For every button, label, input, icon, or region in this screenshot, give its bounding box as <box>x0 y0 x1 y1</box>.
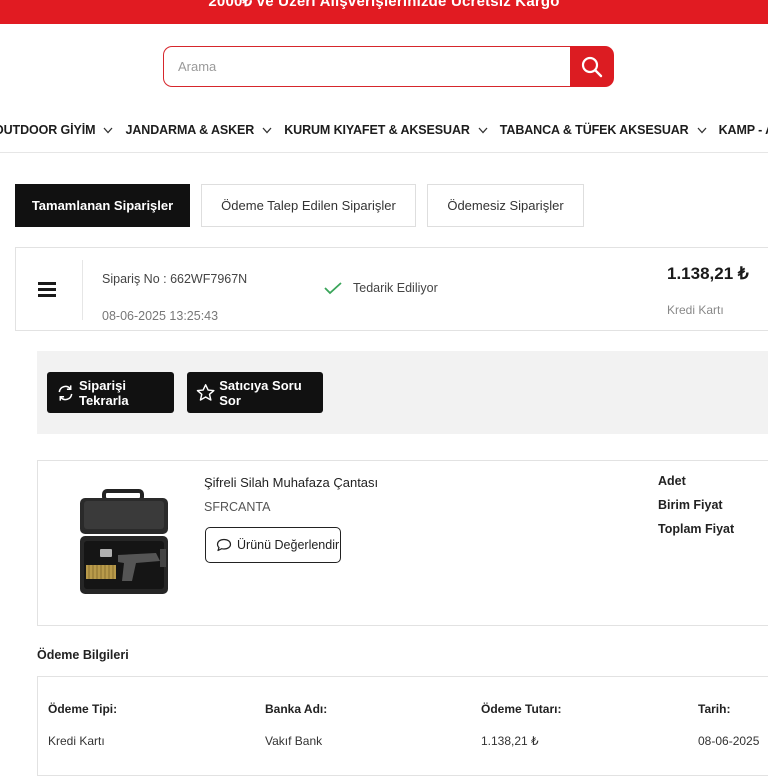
search-input[interactable] <box>163 46 571 87</box>
unit-price-label: Birim Fiyat <box>658 498 723 512</box>
order-status: Tedarik Ediliyor <box>323 281 438 295</box>
bank-name-header: Banka Adı: <box>265 702 328 716</box>
check-icon <box>324 282 342 295</box>
reorder-button[interactable]: Siparişi Tekrarla <box>47 372 174 413</box>
rate-product-button[interactable]: Ürünü Değerlendir <box>205 527 341 563</box>
promo-banner: 2000₺ ve Üzeri Alışverişlerinizde Ücrets… <box>0 0 768 24</box>
divider <box>82 260 83 320</box>
nav-item-label: KAMP - AV & AKSESUAR <box>718 123 768 137</box>
product-card: Şifreli Silah Muhafaza Çantası SFRCANTA … <box>37 460 768 626</box>
payment-type-header: Ödeme Tipi: <box>48 702 118 716</box>
payment-type-value: Kredi Kartı <box>48 734 105 748</box>
order-tabs: Tamamlanan Siparişler Ödeme Talep Edilen… <box>15 184 595 227</box>
hamburger-menu-icon[interactable] <box>38 282 56 297</box>
gun-case-image <box>80 489 168 594</box>
chevron-down-icon <box>262 127 272 134</box>
chevron-down-icon <box>478 127 488 134</box>
order-date: 08-06-2025 13:25:43 <box>102 309 219 323</box>
order-actions-panel: Siparişi Tekrarla Satıcıya Soru Sor <box>37 351 768 434</box>
bank-name-value: Vakıf Bank <box>265 734 323 748</box>
nav-item-kurum-kiyafet[interactable]: KURUM KIYAFET & AKSESUAR <box>284 123 488 137</box>
tab-payment-requested-orders[interactable]: Ödeme Talep Edilen Siparişler <box>201 184 416 227</box>
nav-item-jandarma-asker[interactable]: JANDARMA & ASKER <box>125 123 272 137</box>
search-bar <box>163 46 614 87</box>
order-total: 1.138,21 ₺ <box>667 264 749 283</box>
chevron-down-icon <box>103 127 113 134</box>
tab-unpaid-orders[interactable]: Ödemesiz Siparişler <box>427 184 584 227</box>
rate-product-button-label: Ürünü Değerlendir <box>237 538 340 552</box>
ask-seller-button-label: Satıcıya Soru Sor <box>219 377 302 408</box>
speech-bubble-icon <box>216 538 232 552</box>
payment-info-table: Ödeme Tipi: Banka Adı: Ödeme Tutarı: Tar… <box>37 676 768 776</box>
quantity-label: Adet <box>658 474 686 488</box>
product-image[interactable] <box>76 489 172 597</box>
payment-amount-header: Ödeme Tutarı: <box>481 702 562 716</box>
nav-item-label: OUTDOOR GİYİM <box>0 123 96 137</box>
reorder-button-label: Siparişi Tekrarla <box>78 377 129 408</box>
order-status-text: Tedarik Ediliyor <box>353 281 438 295</box>
nav-item-kamp-av[interactable]: KAMP - AV & AKSESUAR <box>719 123 768 137</box>
search-button[interactable] <box>570 46 614 87</box>
nav-item-label: JANDARMA & ASKER <box>125 123 255 137</box>
order-number: Sipariş No : 662WF7967N <box>102 272 248 286</box>
chevron-down-icon <box>697 127 707 134</box>
tab-completed-orders[interactable]: Tamamlanan Siparişler <box>15 184 190 227</box>
nav-item-tabanca-tufek[interactable]: TABANCA & TÜFEK AKSESUAR <box>500 123 707 137</box>
order-payment-method: Kredi Kartı <box>667 303 724 317</box>
ask-seller-button[interactable]: Satıcıya Soru Sor <box>187 372 323 413</box>
payment-date-header: Tarih: <box>698 702 731 716</box>
nav-item-label: TABANCA & TÜFEK AKSESUAR <box>499 123 689 137</box>
star-icon <box>196 384 215 401</box>
promo-banner-text: 2000₺ ve Üzeri Alışverişlerinizde Ücrets… <box>208 0 560 10</box>
product-sku: SFRCANTA <box>204 500 271 514</box>
product-name[interactable]: Şifreli Silah Muhafaza Çantası <box>204 475 378 490</box>
payment-info-title: Ödeme Bilgileri <box>37 648 129 662</box>
order-summary-card: Sipariş No : 662WF7967N 08-06-2025 13:25… <box>15 247 768 331</box>
search-icon <box>581 56 603 77</box>
refresh-icon <box>58 384 73 401</box>
category-nav: OUTDOOR GİYİM JANDARMA & ASKER KURUM KIY… <box>0 112 768 153</box>
total-price-label: Toplam Fiyat <box>658 522 735 536</box>
payment-date-value: 08-06-2025 <box>698 734 760 748</box>
nav-item-outdoor-giyim[interactable]: OUTDOOR GİYİM <box>0 123 113 137</box>
nav-item-label: KURUM KIYAFET & AKSESUAR <box>284 123 470 137</box>
payment-amount-value: 1.138,21 ₺ <box>481 734 539 748</box>
